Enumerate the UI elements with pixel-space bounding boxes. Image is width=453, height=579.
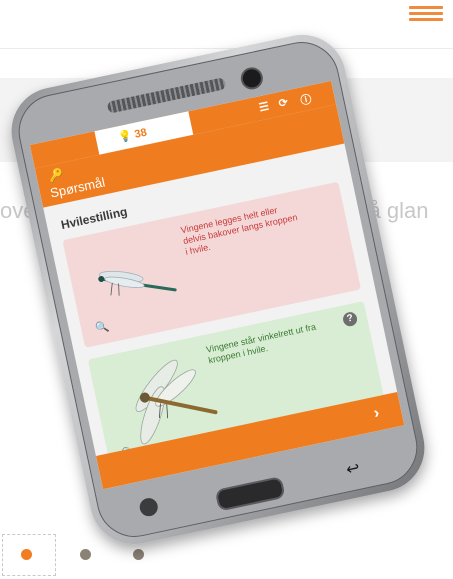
page: ove r blå glan 💡 38 ☰ ⟳ ⓘ 🔑 Spørsmål Hvi… [0,0,453,579]
points-value: 38 [133,126,149,141]
pagination-dot-3[interactable] [133,549,144,560]
hamburger-menu-icon[interactable] [409,6,443,28]
help-icon[interactable]: ? [341,310,359,328]
zoom-icon[interactable]: 🔍 [94,320,110,336]
option-2-text: Vingene står vinkelrett ut fra kroppen i… [205,321,317,366]
option-1-text: Vingene legges helt eller delvis bakover… [179,205,299,257]
background-topbar [0,0,453,49]
points-counter: 💡 38 [117,126,149,145]
damselfly-image [98,270,177,296]
chevron-right-icon[interactable]: › [372,404,381,423]
pagination-dot-1[interactable] [21,549,32,560]
refresh-icon[interactable]: ⟳ [277,96,290,111]
pagination-dot-2[interactable] [80,549,91,560]
key-icon[interactable]: 🔑 [47,167,65,184]
list-icon[interactable]: ☰ [258,100,270,115]
info-icon[interactable]: ⓘ [299,91,313,109]
